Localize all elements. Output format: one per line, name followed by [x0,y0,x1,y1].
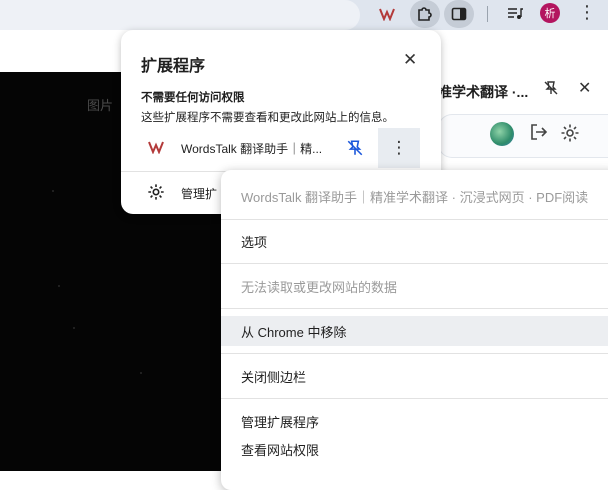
extension-context-menu: WordsTalk 翻译助手｜精准学术翻译 · 沉浸式网页 · PDF阅读 选项… [221,170,608,490]
menu-item-manage-extensions[interactable]: 管理扩展程序 [221,406,608,436]
star-dot [73,327,75,329]
divider [221,398,608,399]
extensions-popup-title: 扩展程序 [141,58,206,75]
side-panel-close-icon[interactable]: ✕ [578,78,591,98]
context-menu-header: WordsTalk 翻译助手｜精准学术翻译 · 沉浸式网页 · PDF阅读 [241,189,589,205]
browser-toolbar: 析 ⋮ [0,0,608,30]
earth-avatar-icon[interactable] [490,122,514,146]
menu-item-view-site-permissions[interactable]: 查看网站权限 [221,434,608,464]
settings-gear-icon [148,184,164,200]
sidepanel-icon [451,7,467,21]
star-dot [52,190,54,192]
divider [221,219,608,220]
divider [221,353,608,354]
side-panel-header-card [438,114,608,158]
menu-item-remove-from-chrome[interactable]: 从 Chrome 中移除 [221,316,608,346]
puzzle-icon [418,7,432,21]
access-section-title: 不需要任何访问权限 [141,92,245,104]
manage-extensions-label: 管理扩 [181,187,218,201]
reading-list-button[interactable] [500,0,530,28]
profile-avatar[interactable]: 析 [540,3,560,23]
menu-item-site-access: 无法读取或更改网站的数据 [241,279,398,295]
more-vert-icon[interactable]: ⋮ [578,2,596,23]
logout-icon[interactable] [528,122,548,147]
page-tab-images[interactable]: 图片 [87,95,113,114]
toolbar-separator [487,6,488,22]
reading-list-icon [508,8,523,19]
menu-item-close-side-panel[interactable]: 关闭侧边栏 [221,361,608,391]
extension-name: WordsTalk 翻译助手｜精... [181,142,323,156]
wordstalk-extension-button[interactable] [372,0,402,28]
menu-item-options[interactable]: 选项 [221,226,608,256]
access-section-description: 这些扩展程序不需要查看和更改此网站上的信息。 [141,112,394,124]
pin-icon[interactable] [346,139,364,157]
side-panel-title: 准学术翻译 ·... [438,84,529,100]
extensions-button[interactable] [410,0,440,28]
settings-gear-icon[interactable] [560,123,580,148]
extension-row-wordstalk[interactable]: WordsTalk 翻译助手｜精... ⋮ [121,128,441,168]
wordstalk-icon [148,141,164,154]
star-dot [58,285,60,287]
divider [221,263,608,264]
star-dot [140,372,142,374]
wordstalk-icon [379,8,395,21]
divider [221,308,608,309]
side-panel-button[interactable] [444,0,474,28]
extension-more-options-button[interactable]: ⋮ [378,128,420,168]
unpin-icon[interactable] [543,80,559,101]
address-bar[interactable] [0,0,360,30]
close-icon[interactable]: ✕ [403,50,417,70]
